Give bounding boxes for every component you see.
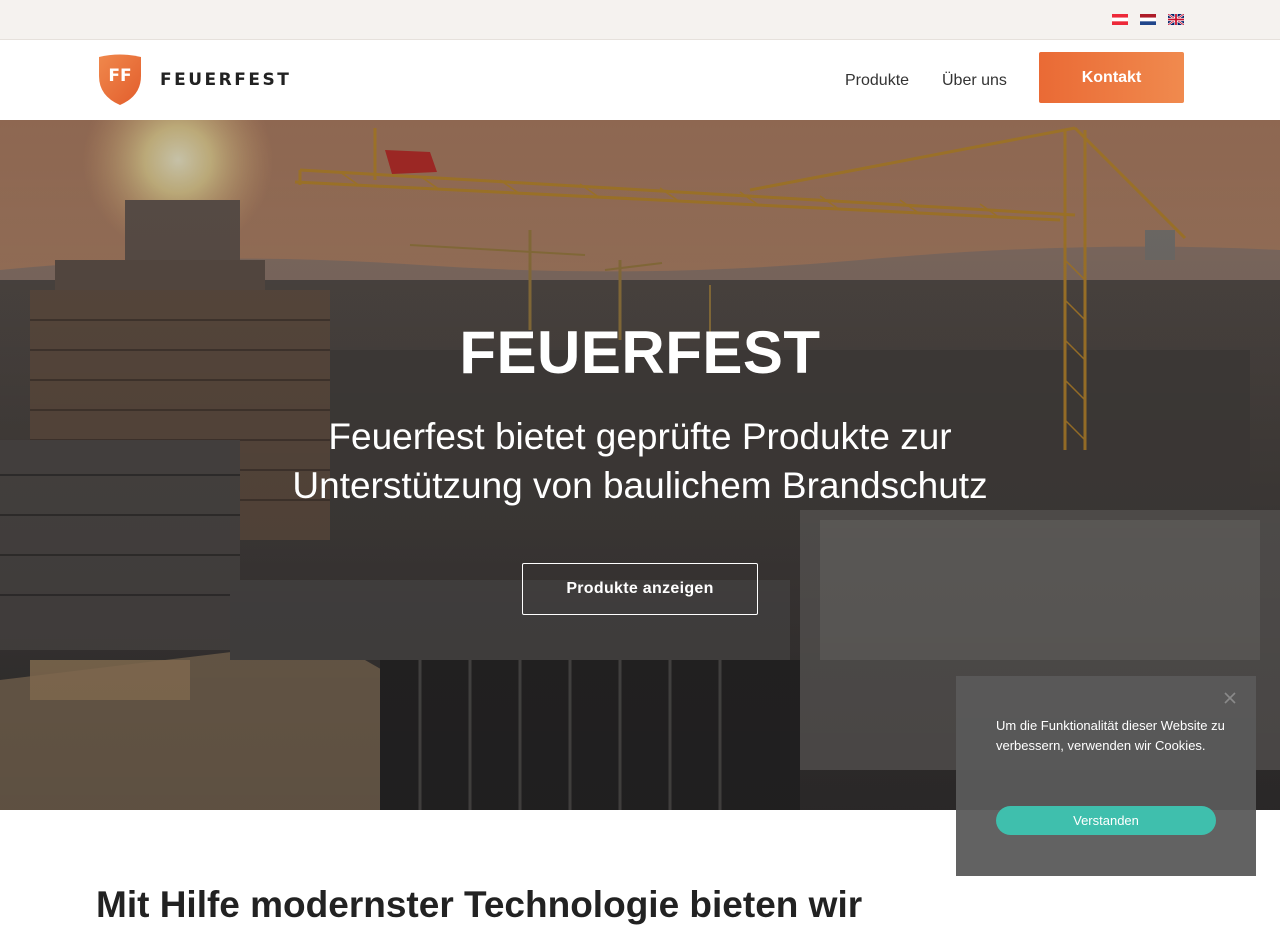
site-logo[interactable]: FF FEUERFEST	[96, 54, 291, 106]
cookie-banner: Um die Funktionalität dieser Website zu …	[956, 676, 1256, 876]
nav-link-ueber-uns[interactable]: Über uns	[942, 72, 1007, 90]
flag-uk-icon[interactable]	[1168, 14, 1184, 25]
logo-monogram: FF	[108, 66, 131, 86]
language-bar	[0, 0, 1280, 40]
language-switcher	[1112, 14, 1184, 25]
kontakt-button[interactable]: Kontakt	[1039, 52, 1184, 103]
nav-link-produkte[interactable]: Produkte	[845, 72, 909, 90]
hero-title: FEUERFEST	[459, 319, 821, 386]
flag-netherlands-icon[interactable]	[1140, 14, 1156, 25]
accept-cookies-button[interactable]: Verstanden	[996, 806, 1216, 835]
intro-heading: Mit Hilfe modernster Technologie bieten …	[96, 884, 863, 925]
logo-wordmark: FEUERFEST	[160, 70, 292, 90]
feuerfest-shield-logo-icon: FF	[99, 54, 141, 105]
show-products-button[interactable]: Produkte anzeigen	[522, 563, 758, 615]
main-navbar: FF FEUERFEST Produkte Über uns Kontakt	[0, 40, 1280, 120]
flag-austria-icon[interactable]	[1112, 14, 1128, 25]
hero-subtitle: Feuerfest bietet geprüfte Produkte zur U…	[292, 416, 988, 506]
cookie-message: Um die Funktionalität dieser Website zu …	[996, 718, 1225, 753]
close-icon[interactable]	[1222, 690, 1238, 706]
